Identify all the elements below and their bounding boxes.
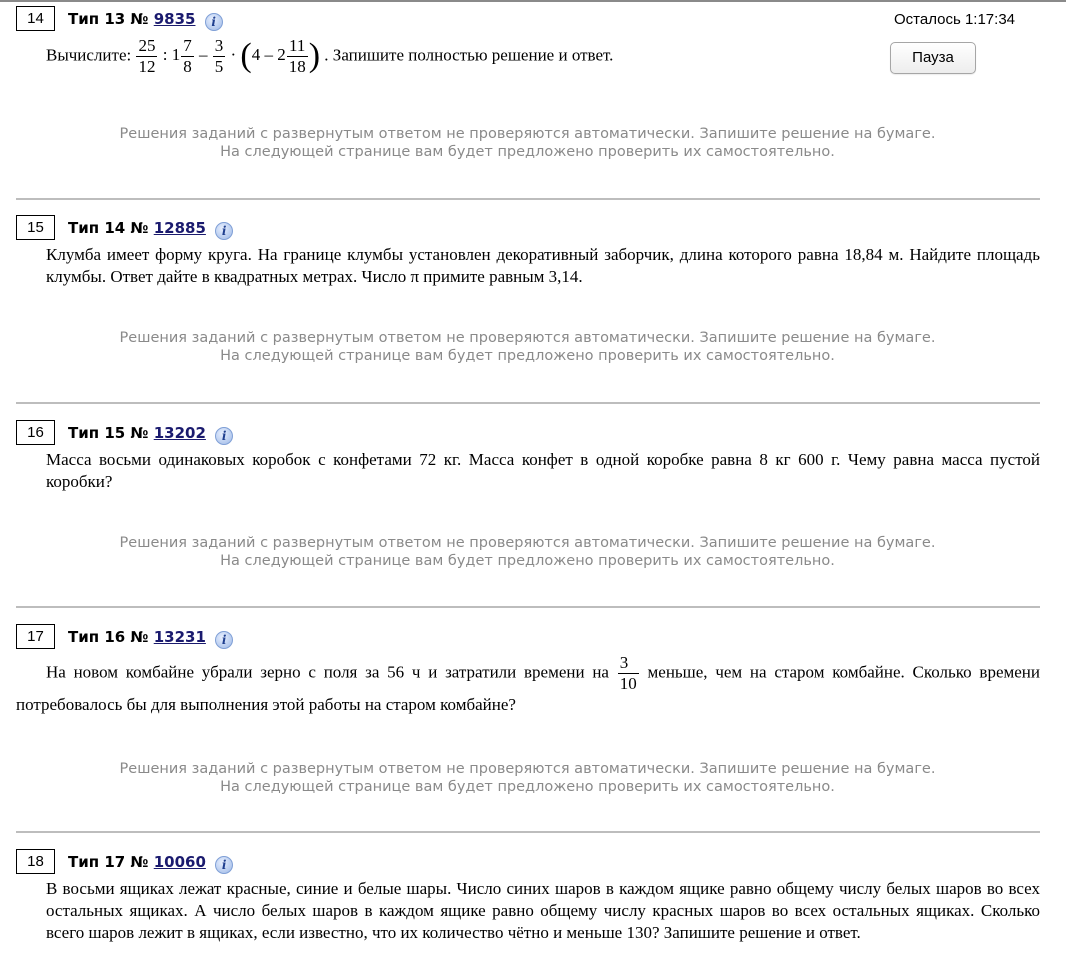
math-expression: 25 12 : 178 – 35 · (4 – 2 11 18): [136, 36, 321, 76]
task-id-link[interactable]: 12885: [154, 219, 206, 237]
info-icon[interactable]: i: [215, 222, 234, 240]
fraction: 3 10: [617, 653, 639, 693]
top-border: [0, 0, 1066, 2]
task-header: Тип 13 № 9835 i: [68, 10, 223, 31]
task-id-link[interactable]: 13231: [154, 628, 206, 646]
task-type: Тип 15 №: [68, 424, 149, 442]
fraction: 35: [212, 36, 226, 76]
info-icon[interactable]: i: [215, 856, 234, 874]
task-text: Клумба имеет форму круга. На границе клу…: [46, 245, 1040, 286]
task-number: 14: [16, 6, 55, 31]
task-number: 17: [16, 624, 55, 649]
self-check-note: Решения заданий с развернутым ответом не…: [119, 761, 936, 795]
info-icon[interactable]: i: [204, 13, 223, 31]
task-type: Тип 16 №: [68, 628, 149, 646]
task-type: Тип 17 №: [68, 853, 149, 871]
fraction: 78: [181, 36, 194, 76]
task-header: Тип 15 № 13202 i: [68, 424, 234, 445]
task-id-link[interactable]: 13202: [154, 424, 206, 442]
separator: [16, 198, 1040, 200]
task-number: 16: [16, 420, 55, 445]
task-text: Вычислите: 25 12 : 178 – 35 · (4 – 2 11 18)…: [46, 36, 946, 77]
task-text: В восьми ящиках лежат красные, синие и б…: [46, 879, 1040, 942]
task-number: 18: [16, 849, 55, 874]
info-icon[interactable]: i: [215, 427, 234, 445]
task-text-after: . Запишите полностью решение и ответ.: [324, 45, 614, 65]
task-number: 15: [16, 215, 55, 240]
task-header: Тип 14 № 12885 i: [68, 219, 234, 240]
fraction: 11 18: [286, 36, 308, 76]
self-check-note: Решения заданий с развернутым ответом не…: [119, 126, 936, 160]
fraction: 25 12: [136, 36, 158, 76]
task-text-before: Вычислите:: [46, 45, 132, 65]
task-id-link[interactable]: 9835: [154, 10, 196, 28]
separator: [16, 606, 1040, 608]
task-text: Масса восьми одинаковых коробок с конфет…: [46, 450, 1040, 491]
self-check-note: Решения заданий с развернутым ответом не…: [119, 535, 936, 569]
task-type: Тип 13 №: [68, 10, 149, 28]
time-remaining: Осталось 1:17:34: [894, 11, 1016, 28]
self-check-note: Решения заданий с развернутым ответом не…: [119, 330, 936, 364]
task-header: Тип 17 № 10060 i: [68, 853, 234, 874]
task-type: Тип 14 №: [68, 219, 149, 237]
task-header: Тип 16 № 13231 i: [68, 628, 234, 649]
task-text: На новом комбайне убрали зерно с поля за…: [16, 653, 1041, 714]
info-icon[interactable]: i: [215, 631, 234, 649]
separator: [16, 402, 1040, 404]
task-id-link[interactable]: 10060: [154, 853, 206, 871]
separator: [16, 831, 1040, 833]
